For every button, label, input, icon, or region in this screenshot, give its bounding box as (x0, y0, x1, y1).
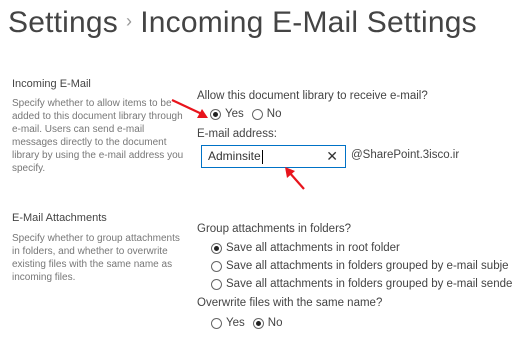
attachments-heading: E-Mail Attachments (12, 212, 107, 224)
group-option-root[interactable]: Save all attachments in root folder (211, 242, 400, 254)
overwrite-yes-label: Yes (226, 317, 245, 329)
group-option-sender-label: Save all attachments in folders grouped … (226, 278, 513, 290)
email-address-label: E-mail address: (197, 128, 277, 140)
allow-email-yes-label: Yes (225, 108, 244, 120)
overwrite-no-option[interactable]: No (252, 317, 283, 329)
email-address-input[interactable]: Adminsite ✕ (201, 145, 346, 168)
overwrite-options: Yes No (211, 317, 290, 329)
email-address-value: Adminsite (208, 149, 261, 163)
red-arrow-icon (171, 99, 208, 118)
overwrite-question: Overwrite files with the same name? (197, 297, 383, 309)
clear-x-icon[interactable]: ✕ (326, 148, 338, 165)
page-title-text: Incoming E-Mail Settings (140, 6, 477, 39)
breadcrumb-settings[interactable]: Settings (8, 6, 118, 39)
group-option-sender-radio[interactable] (211, 278, 222, 290)
overwrite-yes-option[interactable]: Yes (211, 317, 245, 329)
incoming-email-description: Specify whether to allow items to be add… (12, 98, 184, 174)
allow-email-no-label: No (266, 108, 282, 120)
group-option-root-radio[interactable] (211, 242, 222, 254)
group-option-root-label: Save all attachments in root folder (226, 242, 400, 254)
red-arrow-icon (285, 167, 305, 190)
group-option-sender[interactable]: Save all attachments in folders grouped … (211, 278, 512, 290)
allow-email-question: Allow this document library to receive e… (197, 90, 428, 102)
group-option-subject-label: Save all attachments in folders grouped … (226, 260, 509, 272)
allow-email-no-radio[interactable] (251, 108, 263, 120)
group-option-subject-radio[interactable] (211, 260, 222, 272)
allow-email-options: Yes No (210, 108, 289, 120)
incoming-email-heading: Incoming E-Mail (12, 78, 91, 90)
breadcrumb-separator-icon: › (126, 10, 133, 31)
group-option-subject[interactable]: Save all attachments in folders grouped … (211, 260, 509, 272)
group-attachments-question: Group attachments in folders? (197, 223, 352, 235)
email-domain-suffix: @SharePoint.3isco.ir (351, 149, 460, 161)
overwrite-no-radio[interactable] (252, 317, 264, 329)
page-title: Settings › Incoming E-Mail Settings (8, 6, 477, 50)
allow-email-no-option[interactable]: No (251, 108, 282, 120)
overwrite-no-label: No (267, 317, 283, 329)
attachments-description: Specify whether to group attachments in … (12, 233, 180, 283)
text-caret (261, 149, 263, 164)
overwrite-yes-radio[interactable] (211, 317, 222, 329)
